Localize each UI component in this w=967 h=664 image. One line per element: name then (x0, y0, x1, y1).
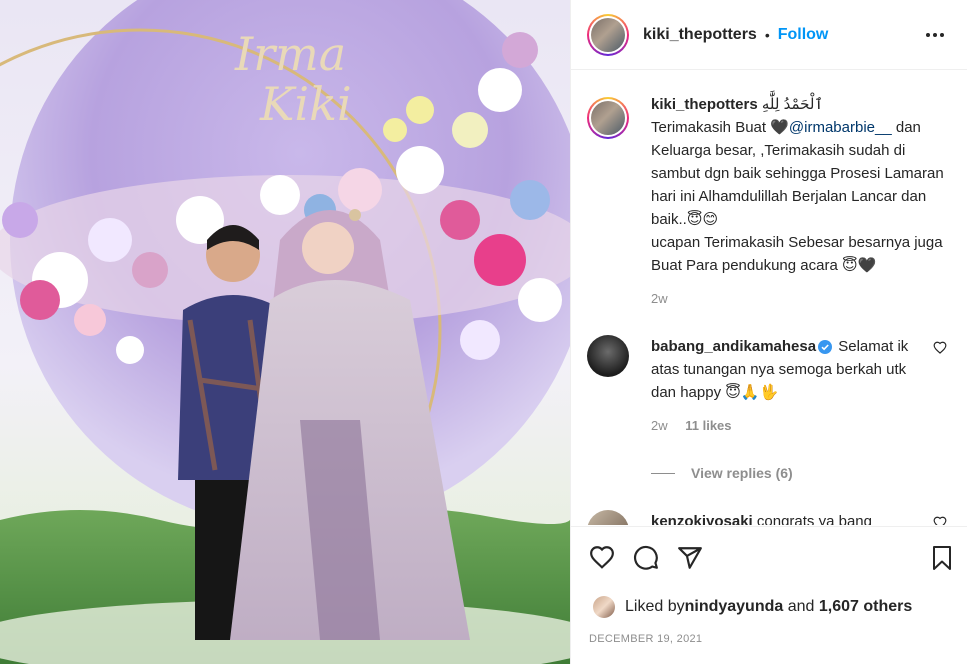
replies-line (651, 472, 675, 474)
comment-like-heart-icon[interactable] (933, 341, 947, 354)
liked-by-summary: Liked by nindyayunda and 1,607 others (593, 596, 912, 618)
caption-entry: kiki_thepotters ٱلْحَمْدُ لِلَّٰهِ Terim… (587, 96, 947, 317)
post-side-panel: kiki_thepotters • Follow kiki_thepotters… (570, 0, 967, 664)
caption-avatar-image (591, 101, 625, 135)
liker-username[interactable]: nindyayunda (685, 598, 784, 616)
caption-arabic: ٱلْحَمْدُ لِلَّٰهِ (761, 96, 824, 113)
comment-icon[interactable] (633, 545, 659, 571)
comment-time[interactable]: 2w (651, 418, 668, 433)
post-date[interactable]: DECEMBER 19, 2021 (589, 633, 702, 645)
comment-item: babang_andikamahesa Selamat ik atas tuna… (587, 335, 947, 455)
comments-list[interactable]: kiki_thepotters ٱلْحَمْدُ لِلَّٰهِ Terim… (571, 71, 967, 525)
comment-body: babang_andikamahesa Selamat ik atas tuna… (651, 335, 925, 437)
liked-by-prefix: Liked by (625, 598, 685, 615)
caption-avatar[interactable] (587, 97, 629, 139)
comment-like-heart-icon[interactable] (933, 516, 947, 525)
post-photo[interactable]: Irma Kiki (0, 0, 570, 664)
action-buttons (589, 545, 703, 571)
sign-name-2: Kiki (259, 77, 352, 131)
verified-badge-icon (818, 340, 833, 354)
comment-item: kenzokiyosaki congrats ya bang (587, 510, 947, 525)
caption-mention[interactable]: @irmabarbie__ (789, 119, 892, 136)
save-button[interactable] (930, 545, 954, 571)
caption-text-prefix: Terimakasih Buat 🖤 (651, 119, 789, 136)
caption-username[interactable]: kiki_thepotters (651, 96, 758, 113)
caption-time[interactable]: 2w (651, 287, 951, 310)
liked-by-mid: and (783, 598, 819, 615)
heart-icon[interactable] (589, 545, 615, 569)
commenter-avatar[interactable] (587, 335, 629, 377)
view-replies-button[interactable]: View replies (6) (651, 465, 793, 481)
author-avatar[interactable] (587, 13, 629, 56)
engagement-photo-illustration: Irma Kiki (0, 0, 570, 664)
author-avatar-image (591, 17, 625, 52)
comment-likes[interactable]: 11 likes (685, 418, 731, 433)
caption-body: kiki_thepotters ٱلْحَمْدُ لِلَّٰهِ Terim… (651, 96, 951, 310)
share-icon[interactable] (677, 545, 703, 571)
separator-dot: • (764, 26, 770, 43)
bookmark-icon[interactable] (930, 545, 954, 571)
follow-button[interactable]: Follow (778, 26, 829, 44)
sign-name-1: Irma (234, 27, 346, 81)
commenter-username[interactable]: kenzokiyosaki (651, 513, 753, 525)
comment-text: congrats ya bang (752, 513, 872, 525)
author-username[interactable]: kiki_thepotters (643, 26, 757, 44)
post-header: kiki_thepotters • Follow (571, 0, 967, 70)
action-bar: Liked by nindyayunda and 1,607 others DE… (571, 526, 967, 664)
comment-body: kenzokiyosaki congrats ya bang (651, 510, 941, 525)
liker-avatar[interactable] (593, 596, 615, 618)
view-replies-label: View replies (6) (691, 465, 793, 481)
commenter-username[interactable]: babang_andikamahesa (651, 338, 816, 355)
commenter-avatar[interactable] (587, 510, 629, 525)
others-likes[interactable]: 1,607 others (819, 598, 912, 616)
caption-text-2: ucapan Terimakasih Sebesar besarnya juga… (651, 234, 943, 274)
more-dots-icon[interactable] (926, 26, 946, 44)
